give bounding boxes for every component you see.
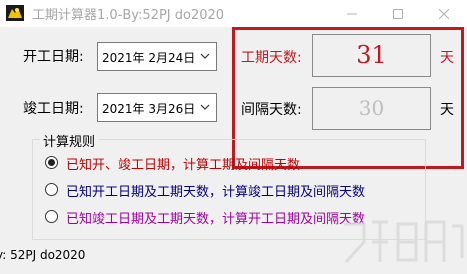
status-bar-text: y: 52PJ do2020 — [0, 248, 86, 262]
app-window: 工期计算器1.0-By:52PJ do2020 开工日期: 2021年 2月24… — [0, 0, 467, 274]
rule-radio-3[interactable] — [45, 210, 58, 223]
duration-label: 工期天数: — [241, 50, 302, 66]
interval-output: 30 — [312, 87, 431, 130]
end-date-value: 2021年 3月26日 — [102, 102, 196, 116]
duration-value: 31 — [356, 41, 387, 69]
close-button[interactable] — [421, 0, 467, 27]
close-icon — [439, 9, 449, 19]
interval-unit: 天 — [440, 102, 454, 118]
end-date-picker[interactable]: 2021年 3月26日 — [97, 93, 217, 122]
radio-selected-dot — [48, 159, 55, 166]
rule-radio-1[interactable] — [45, 156, 58, 169]
minimize-icon — [347, 13, 357, 15]
duration-unit: 天 — [440, 50, 454, 66]
rule-option-1-label[interactable]: 已知开、竣工日期，计算工期及间隔天数 — [66, 154, 300, 173]
start-date-label: 开工日期: — [23, 49, 84, 65]
rule-option-2-label[interactable]: 已知开工日期及工期天数，计算竣工日期及间隔天数 — [66, 181, 365, 200]
duration-output: 31 — [312, 34, 431, 77]
chevron-down-icon[interactable] — [200, 53, 210, 59]
app-icon — [6, 5, 24, 21]
minimize-button[interactable] — [329, 0, 375, 27]
end-date-label: 竣工日期: — [23, 101, 84, 117]
rule-radio-2[interactable] — [45, 183, 58, 196]
start-date-picker[interactable]: 2021年 2月24日 — [97, 42, 217, 71]
chevron-down-icon[interactable] — [200, 104, 210, 110]
window-title: 工期计算器1.0-By:52PJ do2020 — [32, 8, 225, 23]
rule-option-3-label[interactable]: 已知竣工日期及工期天数，计算开工日期及间隔天数 — [66, 208, 365, 227]
start-date-value: 2021年 2月24日 — [102, 51, 196, 65]
interval-label: 间隔天数: — [241, 102, 302, 118]
interval-value: 30 — [358, 96, 385, 120]
watermark-logo-icon — [344, 220, 464, 264]
rules-title: 计算规则 — [40, 131, 99, 150]
maximize-icon — [393, 9, 403, 19]
title-bar[interactable]: 工期计算器1.0-By:52PJ do2020 — [0, 0, 467, 27]
maximize-button[interactable] — [375, 0, 421, 27]
